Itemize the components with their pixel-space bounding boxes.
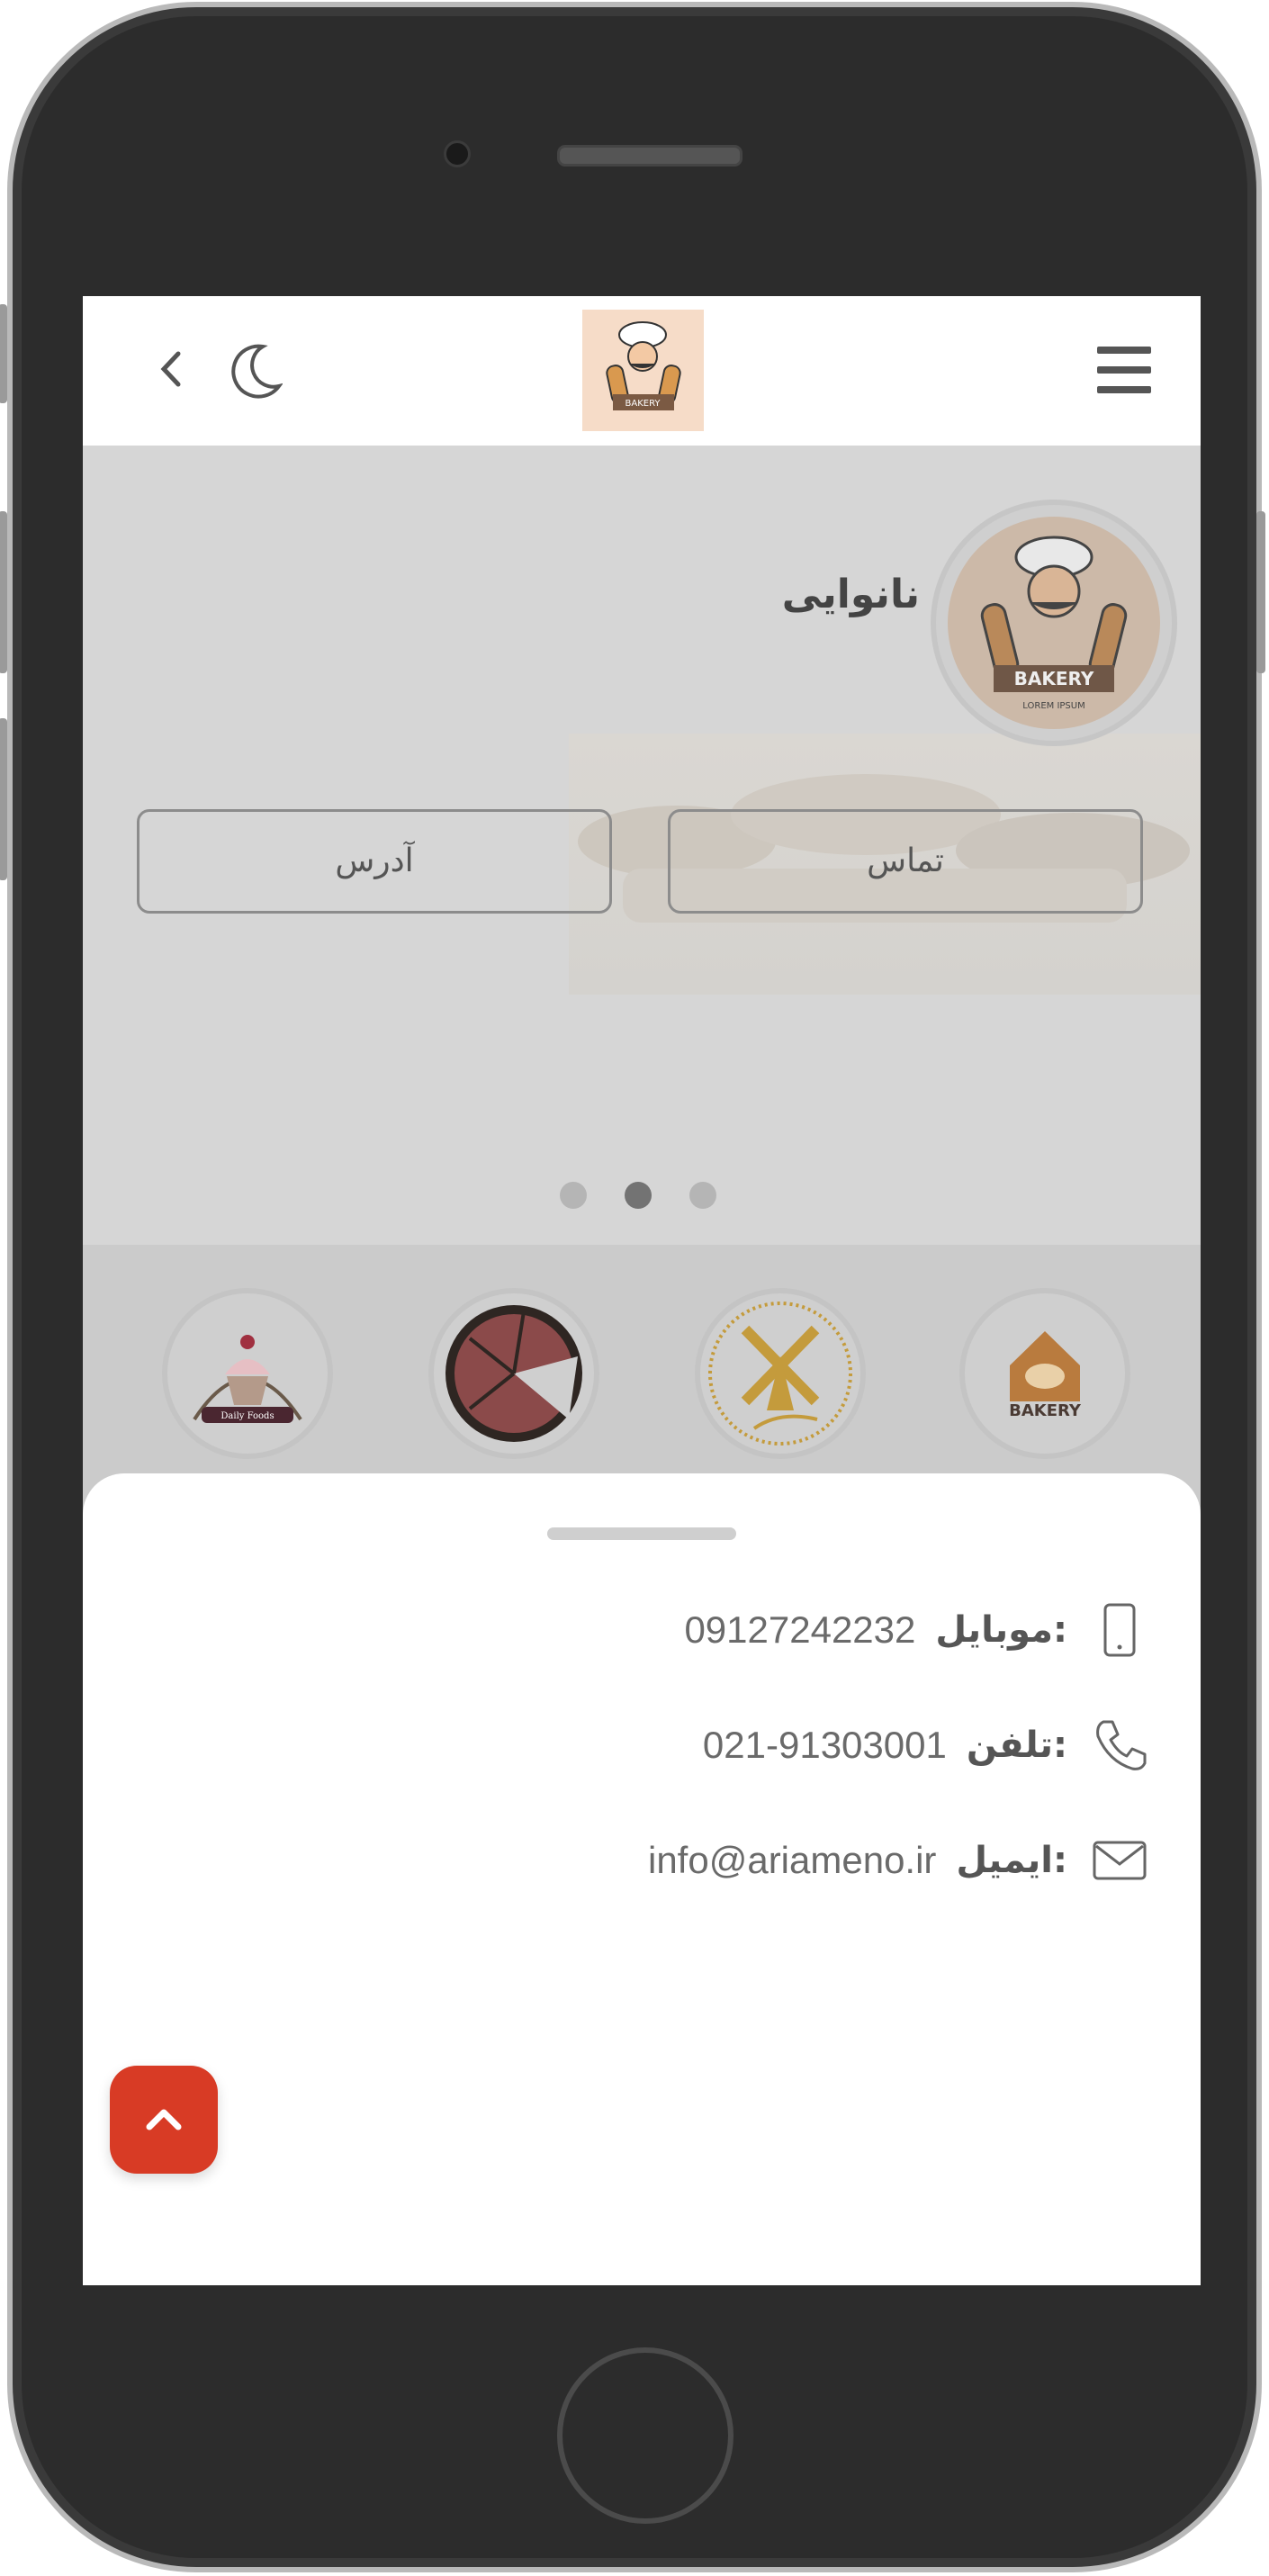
contact-row-email[interactable]: ایمیل: info@ariameno.ir xyxy=(648,1824,1148,1896)
carousel-dot-1[interactable] xyxy=(560,1182,587,1209)
category-item-pie[interactable] xyxy=(428,1288,599,1459)
shop-name: نانوایی xyxy=(781,572,920,617)
power-button xyxy=(1256,511,1265,673)
hero-section: BAKERY LOREM IPSUM نانوایی تماس آدرس xyxy=(83,446,1201,1245)
category-bakery-text: BAKERY xyxy=(1009,1401,1082,1420)
bakery-logo-graphic: BAKERY xyxy=(582,310,704,431)
phone-value[interactable]: 021-91303001 xyxy=(703,1724,947,1767)
bakery-house-logo: BAKERY xyxy=(1009,1331,1082,1420)
front-camera xyxy=(444,140,471,167)
pie-logo xyxy=(446,1305,582,1442)
sheet-drag-handle[interactable] xyxy=(547,1527,736,1540)
mobile-value[interactable]: 09127242232 xyxy=(684,1608,915,1652)
volume-down-button xyxy=(0,718,7,880)
address-button[interactable]: آدرس xyxy=(137,809,612,914)
top-bar: BAKERY xyxy=(83,296,1201,446)
earpiece-speaker xyxy=(557,145,742,167)
app-screen: BAKERY BAKERY LOREM IPSUM نانوایی تماس آ… xyxy=(83,296,1201,2285)
mute-switch xyxy=(0,304,7,403)
contact-bottom-sheet: موبایل: 09127242232 تلفن: 021-91303001 ا… xyxy=(83,1473,1201,2285)
contact-row-mobile[interactable]: موبایل: 09127242232 xyxy=(684,1594,1148,1666)
profile-logo-text: BAKERY xyxy=(1014,668,1094,689)
chevron-up-icon xyxy=(146,2109,182,2130)
home-button[interactable] xyxy=(557,2347,734,2524)
contact-button[interactable]: تماس xyxy=(668,809,1143,914)
windmill-logo xyxy=(708,1302,852,1446)
phone-icon xyxy=(1096,1720,1147,1770)
chevron-left-icon[interactable] xyxy=(153,347,189,392)
cupcake-logo: Daily Foods xyxy=(193,1335,302,1423)
carousel-dot-3[interactable] xyxy=(689,1182,716,1209)
email-value[interactable]: info@ariameno.ir xyxy=(648,1839,936,1882)
phone-label: تلفن: xyxy=(966,1725,1067,1766)
mobile-icon xyxy=(1103,1603,1136,1657)
email-label: ایمیل: xyxy=(956,1840,1067,1881)
volume-up-button xyxy=(0,511,7,673)
shop-profile-logo: BAKERY LOREM IPSUM xyxy=(931,500,1177,746)
category-item-bakery-house[interactable]: BAKERY xyxy=(959,1288,1130,1459)
hamburger-icon[interactable] xyxy=(1097,347,1151,393)
contact-row-phone[interactable]: تلفن: 021-91303001 xyxy=(703,1709,1148,1781)
phone-frame: BAKERY BAKERY LOREM IPSUM نانوایی تماس آ… xyxy=(0,2,1265,2572)
mail-icon xyxy=(1093,1841,1147,1880)
moon-icon[interactable] xyxy=(227,343,283,399)
category-item-cupcake[interactable]: Daily Foods xyxy=(162,1288,333,1459)
scroll-top-button[interactable] xyxy=(110,2066,218,2174)
category-cupcake-text: Daily Foods xyxy=(220,1411,274,1421)
carousel-dot-2[interactable] xyxy=(625,1182,652,1209)
profile-logo-subtext: LOREM IPSUM xyxy=(1022,701,1084,711)
bakery-logo[interactable]: BAKERY xyxy=(582,310,704,431)
logo-text: BAKERY xyxy=(626,399,662,409)
mobile-label: موبایل: xyxy=(935,1609,1067,1651)
chef-logo-graphic: BAKERY LOREM IPSUM xyxy=(948,517,1160,729)
category-item-windmill[interactable] xyxy=(695,1288,866,1459)
